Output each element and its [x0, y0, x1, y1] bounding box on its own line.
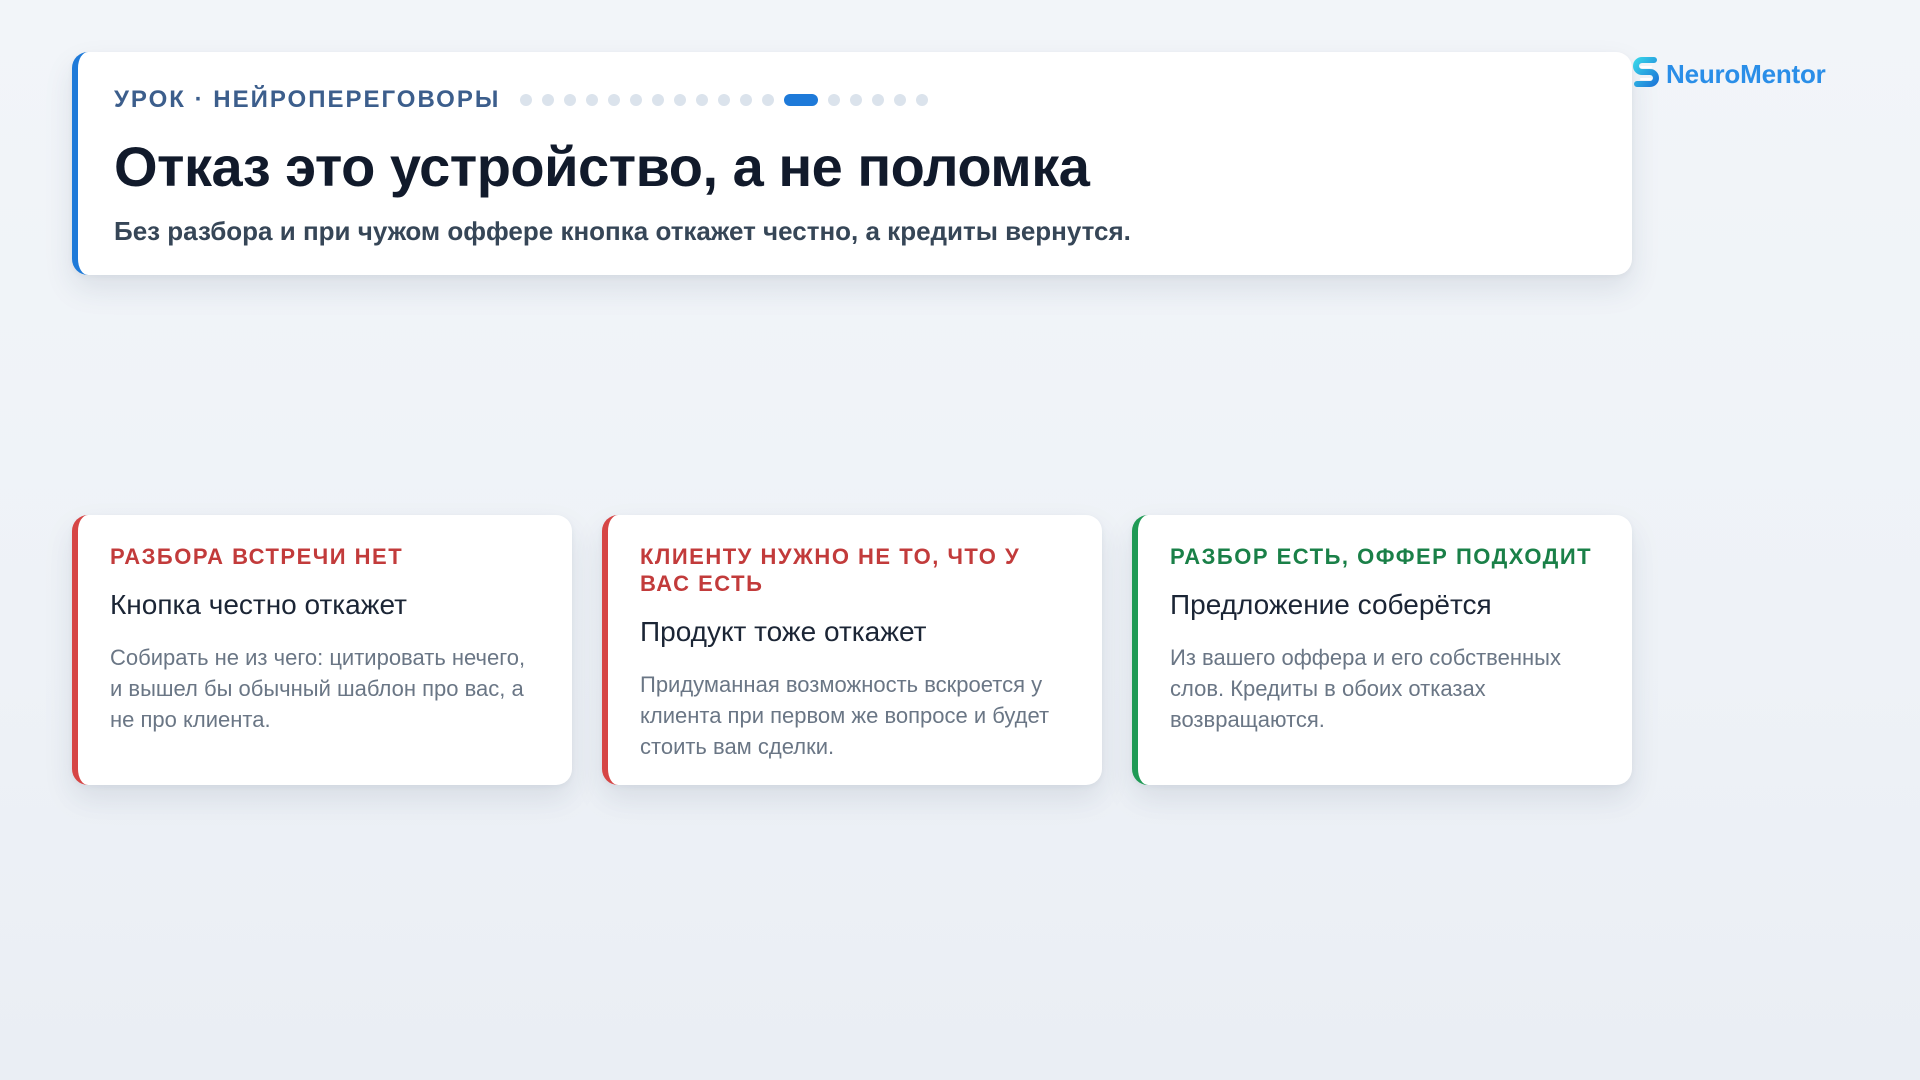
progress-dot [916, 94, 929, 106]
progress-dot-current [784, 94, 819, 106]
progress-dot [740, 94, 753, 106]
neuromentor-logo-icon [1633, 57, 1659, 87]
page-subtitle: Без разбора и при чужом оффере кнопка от… [114, 215, 1131, 246]
card-label: РАЗБОРА ВСТРЕЧИ НЕТ [110, 544, 404, 569]
card-text: Из вашего оффера и его собственных слов.… [1170, 644, 1561, 732]
card-heading: Предложение соберётся [1170, 589, 1492, 620]
lesson-tag: УРОК · НЕЙРОПЕРЕГОВОРЫ [114, 86, 501, 113]
progress-dot [872, 94, 885, 106]
brand-name: NeuroMentor [1666, 58, 1826, 89]
progress-dot [608, 94, 621, 106]
card-label: КЛИЕНТУ НУЖНО НЕ ТО, ЧТО У ВАС ЕСТЬ [640, 544, 1021, 596]
progress-dot [674, 94, 687, 106]
progress-dot [762, 94, 775, 106]
brand-logo: NeuroMentor [1632, 56, 1826, 92]
card-text: Собирать не из чего: цитировать нечего, … [110, 644, 526, 732]
card-label: РАЗБОР ЕСТЬ, ОФФЕР ПОДХОДИТ [1170, 544, 1593, 569]
progress-dot [586, 94, 599, 106]
progress-dot [564, 94, 577, 106]
progress-dot [520, 94, 533, 106]
progress-dot [850, 94, 863, 106]
page-title: Отказ это устройство, а не поломка [114, 135, 1090, 198]
lesson-progress [520, 94, 938, 106]
lesson-header-card: УРОК · НЕЙРОПЕРЕГОВОРЫ Отказ это устройс… [72, 52, 1632, 275]
progress-dot [828, 94, 841, 106]
progress-dot [696, 94, 709, 106]
progress-dot [542, 94, 555, 106]
progress-dot [718, 94, 731, 106]
outcome-card-success: РАЗБОР ЕСТЬ, ОФФЕР ПОДХОДИТ Предложение … [1132, 515, 1632, 785]
lesson-row: УРОК · НЕЙРОПЕРЕГОВОРЫ [114, 84, 1632, 116]
card-heading: Кнопка честно откажет [110, 589, 407, 620]
progress-dot [894, 94, 907, 106]
outcome-card-no-analysis: РАЗБОРА ВСТРЕЧИ НЕТ Кнопка честно откаже… [72, 515, 572, 785]
card-heading: Продукт тоже откажет [640, 616, 927, 647]
card-text: Придуманная возможность вскроется у клие… [640, 671, 1050, 759]
progress-dot [652, 94, 665, 106]
outcome-card-wrong-offer: КЛИЕНТУ НУЖНО НЕ ТО, ЧТО У ВАС ЕСТЬ Прод… [602, 515, 1102, 785]
progress-dot [630, 94, 643, 106]
